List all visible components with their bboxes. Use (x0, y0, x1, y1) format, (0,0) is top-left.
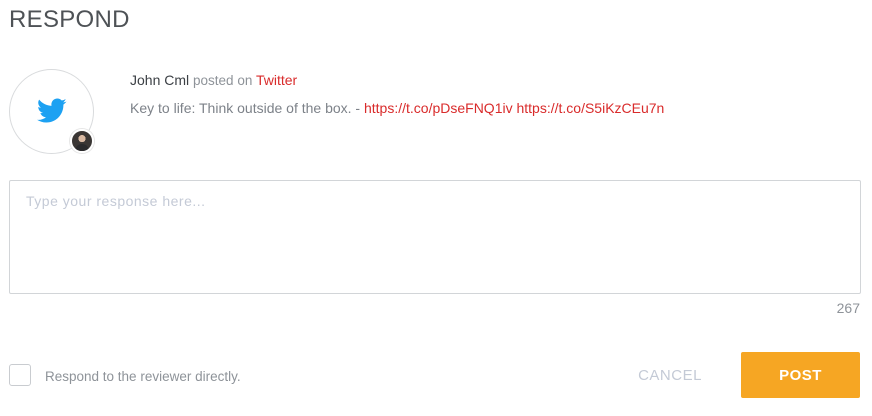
response-textarea[interactable] (9, 180, 861, 294)
cancel-button[interactable]: CANCEL (622, 352, 718, 398)
post-content: Key to life: Think outside of the box. -… (130, 99, 664, 117)
post-meta: John Cml posted on Twitter (130, 71, 297, 90)
respond-directly-label[interactable]: Respond to the reviewer directly. (45, 368, 241, 386)
post-source-avatar (9, 69, 94, 154)
post-author: John Cml (130, 72, 190, 88)
post-platform-link[interactable]: Twitter (256, 72, 297, 88)
page-title: RESPOND (9, 6, 130, 33)
post-link-2[interactable]: https://t.co/S5iKzCEu7n (516, 100, 664, 116)
user-avatar (70, 129, 94, 153)
post-button[interactable]: POST (741, 352, 860, 398)
twitter-bird-icon (37, 98, 67, 123)
posted-on-text: posted on (193, 73, 253, 88)
respond-directly-checkbox[interactable] (9, 364, 31, 386)
post-text: Key to life: Think outside of the box. - (130, 100, 364, 116)
remaining-char-count: 267 (836, 300, 860, 316)
post-link-1[interactable]: https://t.co/pDseFNQ1iv (364, 100, 513, 116)
